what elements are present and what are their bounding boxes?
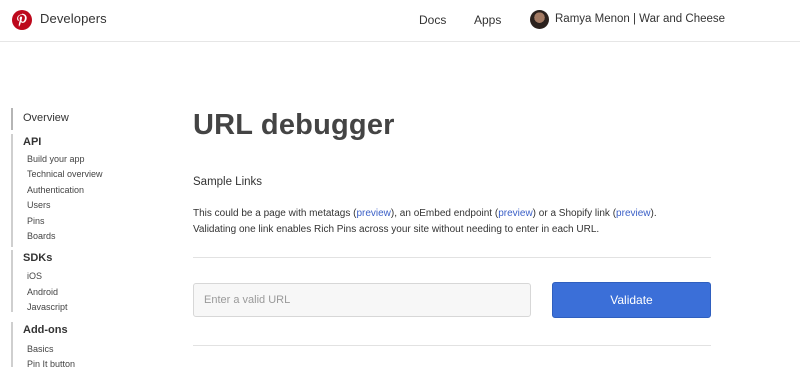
sample-links-heading: Sample Links [193, 176, 263, 188]
top-navbar: Developers Docs Apps Ramya Menon | War a… [0, 0, 800, 42]
sidebar-item-users[interactable]: Users [27, 200, 51, 210]
description-text-2: ), an oEmbed endpoint ( [390, 208, 499, 219]
sidebar-item-technical-overview[interactable]: Technical overview [27, 169, 103, 179]
description-line-2: Validating one link enables Rich Pins ac… [193, 224, 600, 235]
sidebar-item-boards[interactable]: Boards [27, 231, 56, 241]
sidebar-group-sdks: SDKs iOS Android Javascript [11, 250, 68, 312]
sidebar-item-ios[interactable]: iOS [27, 271, 42, 281]
sidebar-item-build-your-app[interactable]: Build your app [27, 154, 85, 164]
preview-link-shopify[interactable]: preview [616, 208, 650, 219]
avatar[interactable] [530, 10, 549, 29]
sidebar-group-overview: Overview [11, 108, 69, 130]
sidebar-item-overview[interactable]: Overview [23, 112, 69, 124]
sidebar-item-basics[interactable]: Basics [27, 344, 54, 354]
sample-links-description: This could be a page with metatags (prev… [193, 206, 657, 238]
sidebar-group-addons: Add-ons Basics Pin It button [11, 322, 75, 367]
description-text-3: ) or a Shopify link ( [532, 208, 617, 219]
sidebar-item-authentication[interactable]: Authentication [27, 185, 84, 195]
preview-link-metatags[interactable]: preview [356, 208, 390, 219]
url-input[interactable] [193, 283, 531, 317]
sidebar-item-pin-it-button[interactable]: Pin It button [27, 359, 75, 367]
sidebar-heading-sdks[interactable]: SDKs [23, 252, 52, 264]
description-text-4: ). [650, 208, 657, 219]
divider-top [193, 257, 711, 258]
sidebar-item-pins[interactable]: Pins [27, 216, 45, 226]
sidebar-item-javascript[interactable]: Javascript [27, 302, 68, 312]
divider-bottom [193, 345, 711, 346]
sidebar-group-api: API Build your app Technical overview Au… [11, 134, 103, 247]
sidebar-heading-addons[interactable]: Add-ons [23, 324, 68, 336]
nav-apps-link[interactable]: Apps [474, 13, 501, 27]
nav-docs-link[interactable]: Docs [419, 13, 446, 27]
brand-title[interactable]: Developers [40, 11, 107, 26]
validate-button[interactable]: Validate [552, 282, 711, 318]
user-menu[interactable]: Ramya Menon | War and Cheese [555, 13, 725, 25]
preview-link-oembed[interactable]: preview [498, 208, 532, 219]
sidebar-heading-api[interactable]: API [23, 136, 41, 148]
description-text-1: This could be a page with metatags ( [193, 208, 357, 219]
page-title: URL debugger [193, 109, 395, 141]
pinterest-logo-icon[interactable] [12, 10, 32, 30]
sidebar-item-android[interactable]: Android [27, 287, 58, 297]
description-line-1: This could be a page with metatags (prev… [193, 206, 657, 222]
